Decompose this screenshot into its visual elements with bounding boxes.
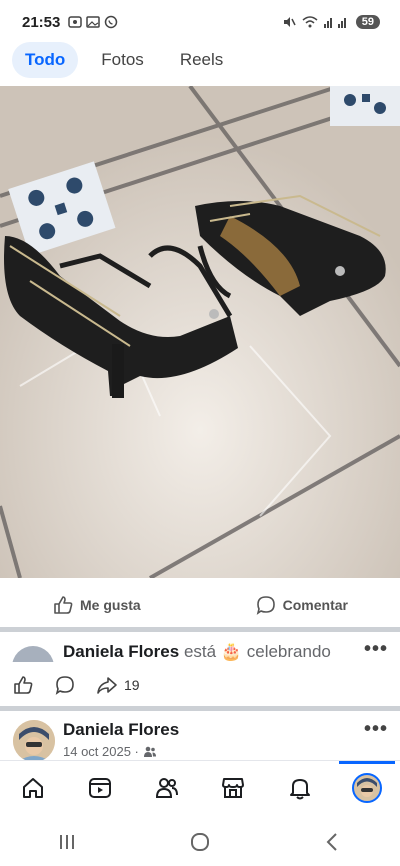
- divider: [0, 627, 400, 632]
- thumbs-up-icon[interactable]: [12, 674, 34, 696]
- more-options-icon[interactable]: •••: [364, 718, 388, 741]
- signal-icon: [323, 18, 346, 28]
- whatsapp-icon: [105, 15, 118, 29]
- share-count: 19: [124, 677, 140, 693]
- divider: [0, 706, 400, 711]
- wifi-icon: [302, 16, 318, 28]
- tab-fotos[interactable]: Fotos: [88, 42, 157, 78]
- notification-icons: [68, 15, 118, 29]
- activity-text: Daniela Flores está 🎂 celebrando: [63, 642, 331, 662]
- more-options-icon[interactable]: •••: [364, 638, 388, 661]
- avatar: [12, 646, 54, 662]
- activity-story[interactable]: Daniela Flores está 🎂 celebrando •••: [0, 636, 400, 662]
- bell-icon: [289, 778, 310, 799]
- back-icon[interactable]: [322, 831, 344, 853]
- post-photo[interactable]: [0, 86, 400, 578]
- tab-todo[interactable]: Todo: [12, 42, 79, 78]
- activity-author[interactable]: Daniela Flores: [63, 642, 179, 661]
- home-circle-icon[interactable]: [189, 831, 211, 853]
- nav-video[interactable]: [80, 768, 120, 808]
- shoes-photo: [0, 86, 400, 578]
- battery-indicator: 59: [355, 15, 380, 29]
- share-button[interactable]: 19: [96, 674, 140, 696]
- reaction-row: 19: [0, 668, 400, 702]
- system-navigation: [0, 818, 400, 866]
- screenshot-icon: [68, 16, 83, 28]
- profile-avatar-icon: [351, 772, 382, 803]
- share-icon: [97, 677, 117, 694]
- friends-audience-icon: [143, 746, 156, 757]
- clock: 21:53: [22, 13, 61, 31]
- status-bar: 21:53 59: [0, 0, 400, 44]
- comment-icon[interactable]: [54, 674, 76, 696]
- activity-action: celebrando: [246, 642, 331, 661]
- post-date[interactable]: 14 oct 2025 ·: [63, 744, 139, 759]
- friends-icon: [155, 777, 178, 798]
- system-icons: 59: [282, 15, 380, 29]
- post-actions: Me gusta Comentar: [0, 588, 400, 622]
- nav-friends[interactable]: [147, 768, 187, 808]
- post-author[interactable]: Daniela Flores: [63, 720, 179, 740]
- cake-icon: 🎂: [220, 642, 242, 661]
- like-button[interactable]: Me gusta: [52, 594, 141, 616]
- like-label: Me gusta: [80, 597, 141, 613]
- post-meta: 14 oct 2025 ·: [63, 744, 157, 759]
- nav-profile[interactable]: [338, 760, 395, 808]
- marketplace-icon: [222, 777, 245, 798]
- author-avatar[interactable]: [13, 720, 55, 762]
- comment-label: Comentar: [282, 597, 348, 613]
- comment-icon: [256, 596, 275, 615]
- decor-tile-right: [330, 86, 400, 126]
- post-header: Daniela Flores 14 oct 2025 · •••: [0, 712, 400, 762]
- tab-reels[interactable]: Reels: [167, 42, 236, 78]
- nav-home[interactable]: [13, 768, 53, 808]
- recent-apps-icon[interactable]: [56, 832, 78, 852]
- thumbs-up-icon: [54, 596, 73, 614]
- nav-marketplace[interactable]: [213, 768, 253, 808]
- gallery-icon: [86, 16, 101, 28]
- bottom-navigation: [0, 760, 400, 814]
- comment-button[interactable]: Comentar: [255, 594, 348, 616]
- nav-notifications[interactable]: [280, 768, 320, 808]
- media-tabs: Todo Fotos Reels: [0, 40, 400, 80]
- home-icon: [23, 777, 44, 798]
- activity-verb: está: [183, 642, 217, 661]
- video-icon: [88, 777, 111, 798]
- mute-icon: [283, 17, 296, 27]
